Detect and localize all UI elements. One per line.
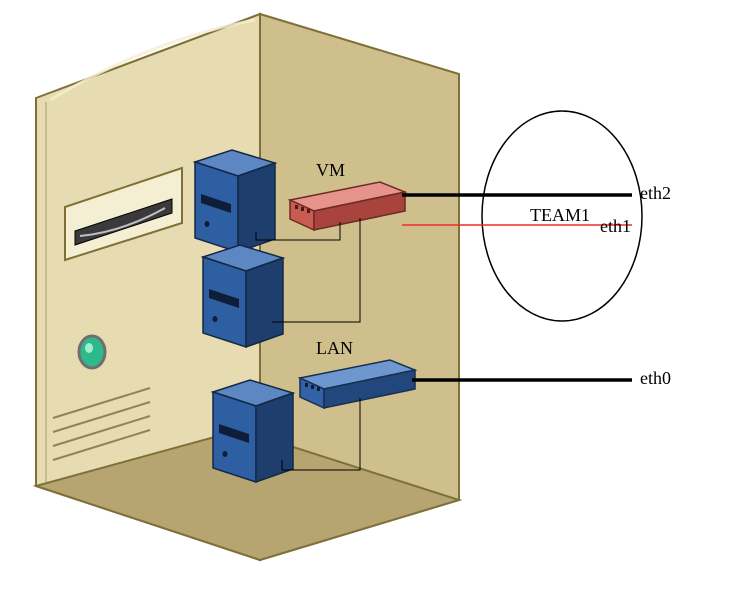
eth2-label: eth2	[640, 183, 671, 204]
vm-label: VM	[316, 160, 345, 181]
eth1-label: eth1	[600, 216, 631, 237]
vm-node-2	[203, 245, 283, 347]
eth0-label: eth0	[640, 368, 671, 389]
diagram-svg	[0, 0, 732, 606]
vm-node-1	[195, 150, 275, 252]
diagram-canvas: VM LAN TEAM1 eth2 eth1 eth0	[0, 0, 732, 606]
power-led-icon	[79, 336, 105, 368]
team-label: TEAM1	[530, 205, 590, 226]
lan-label: LAN	[316, 338, 353, 359]
vm-node-3	[213, 380, 293, 482]
